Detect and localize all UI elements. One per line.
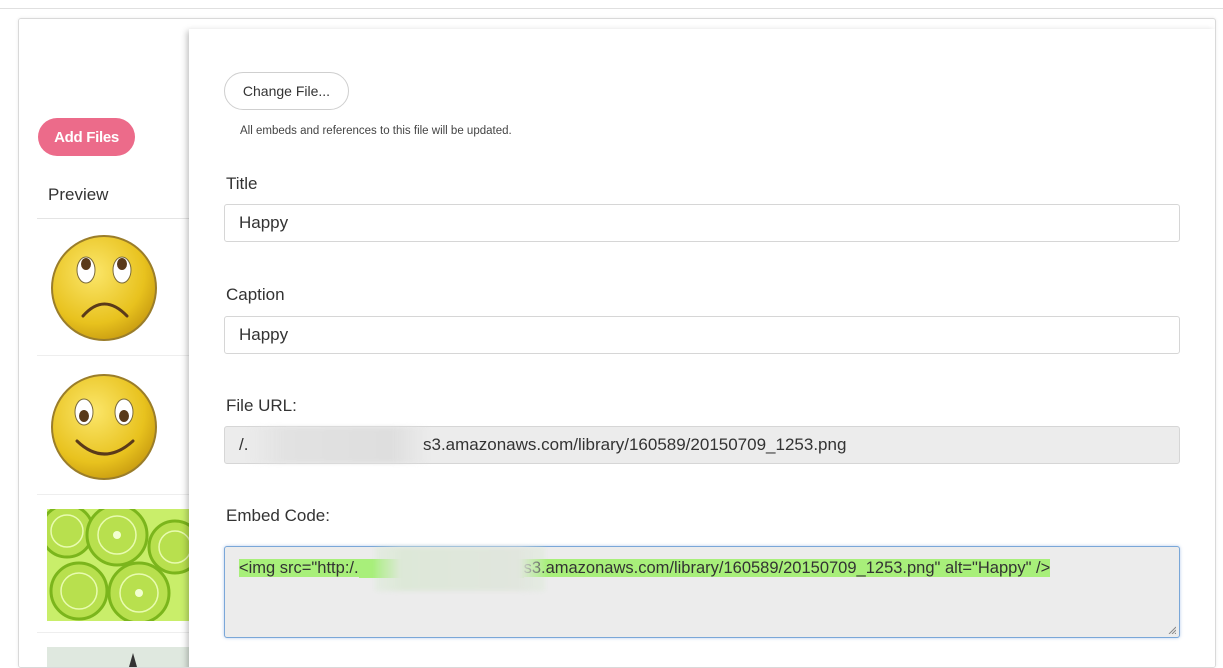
file-manager-panel: Add Files Preview Change File... All emb… bbox=[18, 18, 1216, 668]
add-files-button[interactable]: Add Files bbox=[38, 118, 135, 156]
title-label: Title bbox=[226, 174, 258, 193]
embed-code-text: <img src="http:/. s3.amazonaws.com/libra… bbox=[239, 559, 1051, 578]
happy-face-thumbnail[interactable] bbox=[47, 369, 161, 483]
embed-suffix: s3.amazonaws.com/library/160589/20150709… bbox=[523, 559, 1051, 577]
file-details-drawer: Change File... All embeds and references… bbox=[189, 29, 1215, 667]
header-divider bbox=[37, 218, 189, 219]
file-url-suffix: s3.amazonaws.com/library/160589/20150709… bbox=[423, 435, 847, 454]
top-divider bbox=[0, 8, 1223, 9]
embed-code-label: Embed Code: bbox=[226, 506, 330, 525]
row-divider bbox=[37, 494, 189, 495]
embed-code-textarea[interactable]: <img src="http:/. s3.amazonaws.com/libra… bbox=[224, 546, 1180, 638]
lime-slices-thumbnail[interactable] bbox=[47, 509, 189, 621]
preview-column-header: Preview bbox=[48, 185, 109, 204]
redacted-blur bbox=[375, 547, 545, 591]
file-url-label: File URL: bbox=[226, 396, 297, 415]
embed-prefix: <img src="http:/. bbox=[239, 559, 359, 577]
file-url-field[interactable]: /. s3.amazonaws.com/library/160589/20150… bbox=[224, 426, 1180, 464]
sad-face-thumbnail[interactable] bbox=[47, 230, 161, 344]
partial-thumbnail[interactable] bbox=[47, 647, 189, 667]
change-file-hint: All embeds and references to this file w… bbox=[240, 125, 512, 137]
caption-label: Caption bbox=[226, 285, 285, 304]
change-file-button[interactable]: Change File... bbox=[224, 72, 349, 110]
title-input[interactable] bbox=[224, 204, 1180, 242]
redacted-region bbox=[247, 427, 429, 463]
caption-input[interactable] bbox=[224, 316, 1180, 354]
row-divider bbox=[37, 355, 189, 356]
row-divider bbox=[37, 632, 189, 633]
file-list-sidebar: Add Files Preview bbox=[19, 19, 189, 667]
resize-grip-icon[interactable] bbox=[1168, 626, 1176, 634]
